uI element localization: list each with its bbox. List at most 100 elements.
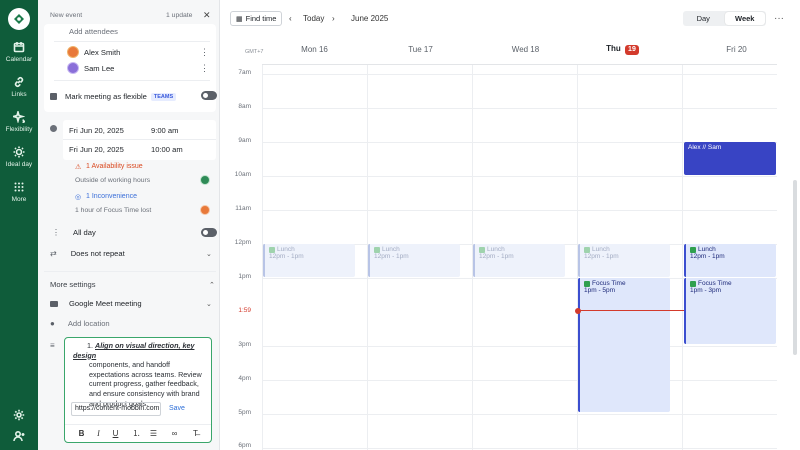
ordered-list-icon[interactable]: ⒈ [128, 428, 145, 439]
start-time-field[interactable]: 9:00 am [151, 126, 178, 135]
attendee-row[interactable]: Sam Lee ⋮ [67, 62, 239, 74]
more-vert-icon[interactable]: ⋮ [200, 47, 209, 58]
divider [54, 80, 210, 81]
hour-line [262, 210, 777, 211]
current-time-label: 1:59 [238, 307, 251, 314]
vertical-dots-icon: ⋮ [52, 228, 60, 237]
bullet-list-icon[interactable]: ☰ [145, 429, 162, 438]
event-lunch[interactable]: Lunch 12pm - 1pm [263, 244, 355, 277]
event-lunch[interactable]: Lunch 12pm - 1pm [473, 244, 565, 277]
more-settings-row[interactable]: More settings ⌃ [50, 280, 222, 289]
prev-chevron-icon[interactable]: ‹ [289, 14, 292, 23]
link-icon[interactable]: ∞ [166, 429, 183, 438]
rail-item-flexibility[interactable]: Flexibility [0, 109, 38, 133]
video-icon [50, 300, 58, 307]
view-week-button[interactable]: Week [724, 12, 765, 25]
bold-icon[interactable]: B [73, 429, 90, 438]
month-label: June 2025 [351, 14, 389, 23]
event-lunch[interactable]: Lunch 12pm - 1pm [368, 244, 460, 277]
avatar [200, 205, 210, 215]
find-time-button[interactable]: ▦ Find time [230, 11, 283, 26]
rail-item-more[interactable]: More [0, 181, 38, 203]
app-logo-icon[interactable] [8, 8, 30, 30]
timezone-label: GMT+7 [245, 49, 264, 55]
availability-title: 1 Availability issue [86, 163, 143, 170]
day-header[interactable]: Wed 18 [483, 45, 568, 54]
event-time: 1pm - 5pm [584, 287, 616, 294]
next-chevron-icon[interactable]: › [332, 14, 335, 23]
rail-item-label: More [11, 196, 27, 203]
availability-detail: Outside of working hours [75, 177, 151, 184]
meeting-type-row[interactable]: Google Meet meeting ⌄ [50, 299, 222, 308]
description-text[interactable]: 1. Align on visual direction, key design… [73, 341, 209, 408]
day-header-today[interactable]: Thu 19 [580, 44, 665, 55]
link-url-input[interactable]: https://content-mobbin.com [71, 402, 161, 416]
event-title: Alex // Sam [688, 144, 722, 151]
event-time: 12pm - 1pm [269, 253, 304, 260]
repeat-row[interactable]: ⇄ Does not repeat ⌄ [50, 249, 222, 258]
availability-issue[interactable]: ⚠ 1 Availability issue Outside of workin… [67, 159, 216, 187]
check-icon [584, 246, 590, 253]
event-lunch[interactable]: Lunch 12pm - 1pm [684, 244, 776, 277]
check-icon [690, 246, 696, 253]
vertical-scrollbar[interactable] [793, 180, 797, 355]
hour-label: 11am [235, 205, 251, 212]
account-button[interactable] [0, 430, 38, 444]
event-title: Lunch [487, 246, 505, 253]
hour-line [262, 176, 777, 177]
rail-item-ideal-day[interactable]: Ideal day [0, 146, 38, 168]
attendee-row[interactable]: Alex Smith ⋮ [67, 46, 239, 58]
update-badge[interactable]: 1 update [166, 12, 192, 19]
view-day-button[interactable]: Day [683, 11, 724, 26]
teams-badge: TEAMS [150, 92, 177, 101]
panel-title: New event [50, 12, 83, 19]
calendar-icon [13, 41, 25, 53]
event-focus-time[interactable]: Focus Time 1pm - 5pm [578, 278, 670, 412]
hour-line [262, 414, 777, 415]
settings-button[interactable] [0, 409, 38, 423]
day-header[interactable]: Fri 20 [694, 45, 779, 54]
event-alex-sam[interactable]: Alex // Sam [684, 142, 776, 175]
meeting-type-select[interactable]: Google Meet meeting [69, 299, 142, 308]
day-header[interactable]: Mon 16 [272, 45, 357, 54]
save-link-button[interactable]: Save [169, 405, 185, 412]
rail-item-links[interactable]: Links [0, 76, 38, 98]
more-settings-label: More settings [50, 280, 96, 289]
more-vert-icon[interactable]: ⋮ [200, 63, 209, 74]
event-focus-time[interactable]: Focus Time 1pm - 3pm [684, 278, 776, 344]
all-day-toggle[interactable] [201, 228, 217, 237]
end-time-field[interactable]: 10:00 am [151, 145, 183, 154]
more-horiz-icon[interactable]: ··· [774, 13, 784, 24]
hour-label: 5pm [238, 409, 251, 416]
clear-format-icon[interactable]: T̶ [187, 429, 204, 438]
chevron-up-icon: ⌃ [209, 281, 215, 289]
location-input[interactable]: Add location [68, 319, 110, 328]
hour-line [262, 346, 777, 347]
day-header[interactable]: Tue 17 [378, 45, 463, 54]
event-time: 1pm - 3pm [690, 287, 722, 294]
italic-icon[interactable]: I [90, 429, 107, 438]
calendar-toolbar: ▦ Find time ‹ Today › June 2025 Day Week… [221, 0, 800, 36]
attendee-name: Alex Smith [84, 47, 121, 57]
inconvenience-detail: 1 hour of Focus Time lost [75, 207, 152, 214]
add-attendees-input[interactable]: Add attendees [69, 27, 241, 36]
hour-label: 8am [238, 103, 251, 110]
description-editor[interactable]: 1. Align on visual direction, key design… [64, 337, 212, 443]
end-date-field[interactable]: Fri Jun 20, 2025 [69, 145, 124, 154]
today-button[interactable]: Today [303, 14, 324, 23]
event-title: Focus Time [698, 280, 732, 287]
location-row[interactable]: ● Add location [50, 319, 222, 328]
repeat-select[interactable]: Does not repeat [71, 249, 125, 258]
inconvenience-issue[interactable]: ◎ 1 Inconvenience 1 hour of Focus Time l… [67, 190, 216, 218]
event-lunch[interactable]: Lunch 12pm - 1pm [578, 244, 670, 277]
avatar [67, 46, 79, 58]
attendees-card: Add attendees Alex Smith ⋮ Sam Lee ⋮ Mar… [44, 24, 217, 112]
sun-icon [13, 146, 25, 158]
start-date-field[interactable]: Fri Jun 20, 2025 [69, 126, 124, 135]
rail-item-calendar[interactable]: Calendar [0, 41, 38, 63]
flexible-icon [50, 93, 57, 100]
flexible-toggle[interactable] [201, 91, 217, 100]
underline-icon[interactable]: U [107, 429, 124, 438]
event-title: Lunch [277, 246, 295, 253]
close-icon[interactable]: ✕ [203, 10, 211, 21]
